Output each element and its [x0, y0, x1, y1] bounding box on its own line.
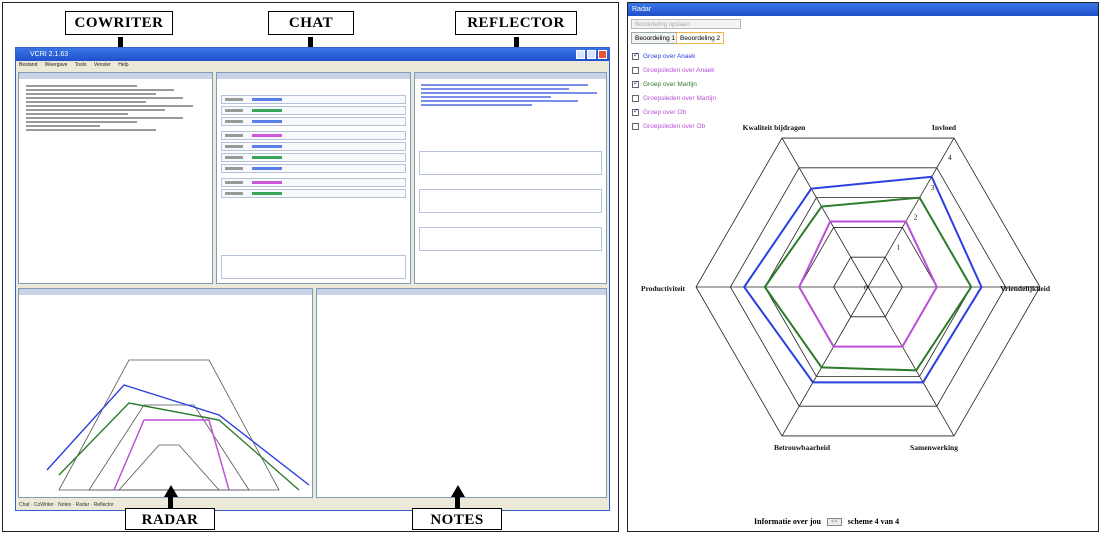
radar-axis-label: Vriendelijkheid: [1000, 284, 1051, 293]
radar-series-line: [798, 220, 938, 348]
menu-item[interactable]: Venster: [94, 62, 111, 68]
statusbar: Chat · CoWriter · Notes · Radar · Reflec…: [16, 501, 609, 510]
status-item[interactable]: CoWriter: [34, 502, 54, 508]
previous-button[interactable]: <<: [826, 517, 842, 526]
arrow-up-icon: [164, 485, 178, 497]
radar-axis-label: Betrouwbaarheid: [774, 443, 831, 452]
notes-pane[interactable]: [316, 288, 607, 498]
window-title: VCRI 2.1.63: [30, 51, 69, 58]
close-icon[interactable]: [598, 50, 607, 59]
checkbox[interactable]: [632, 79, 639, 88]
checkbox[interactable]: [632, 51, 639, 60]
radar-tick-label: 1: [896, 242, 900, 251]
legend-label: Groep over Anaek: [643, 52, 696, 60]
menubar: Bestand Weergave Tools Venster Help: [16, 61, 609, 70]
radar-axis-line: [781, 286, 869, 437]
legend-label: Groep over Martijn: [643, 80, 697, 88]
radar-tick-label: 4: [948, 153, 952, 162]
radar-series-line: [742, 175, 983, 384]
cowriter-pane[interactable]: [18, 72, 213, 284]
footer-label: Informatie over jou: [754, 517, 821, 526]
callout-reflector: REFLECTOR: [455, 11, 577, 35]
arrow-up-icon: [451, 485, 465, 497]
status-item[interactable]: Notes: [58, 502, 71, 508]
callout-notes: NOTES: [412, 508, 502, 530]
tab-assessment-1[interactable]: Beoordeling 1: [631, 32, 680, 44]
chat-input[interactable]: [221, 255, 406, 279]
radar-series: [742, 175, 983, 384]
menu-item[interactable]: Weergave: [45, 62, 68, 68]
arrow-shaft: [168, 495, 173, 509]
radar-window-title: Radar: [628, 3, 1098, 16]
pane-header: [217, 73, 410, 79]
menu-item[interactable]: Bestand: [19, 62, 37, 68]
legend-item[interactable]: Groepsleden over Anaek: [632, 63, 738, 77]
page-indicator: scheme 4 van 4: [847, 517, 900, 526]
reflector-pane[interactable]: [414, 72, 607, 284]
tab-assessment-2[interactable]: Beoordeling 2: [676, 32, 725, 44]
radar-tick-label: 0: [864, 283, 868, 292]
minimize-icon[interactable]: [576, 50, 585, 59]
radar-axis-label: Invloed: [932, 123, 957, 132]
reflector-answer-box[interactable]: [419, 189, 602, 213]
radar-series-line: [763, 196, 973, 372]
radar-footer: Informatie over jou << scheme 4 van 4: [754, 517, 899, 526]
checkbox[interactable]: [632, 66, 639, 74]
arrow-shaft: [455, 495, 460, 509]
radar-tick-label: 3: [931, 183, 935, 192]
pane-header: [317, 289, 606, 295]
reflector-answer-box[interactable]: [419, 227, 602, 251]
status-item[interactable]: Radar: [76, 502, 90, 508]
status-item[interactable]: Reflector: [94, 502, 114, 508]
radar-axis-line: [867, 137, 955, 288]
menu-item[interactable]: Tools: [75, 62, 87, 68]
vcri-window: VCRI 2.1.63 Bestand Weergave Tools Venst…: [15, 47, 610, 511]
menu-item[interactable]: Help: [118, 62, 128, 68]
save-assessment-button[interactable]: Beoordeling opslaan: [631, 19, 741, 29]
callout-chat: CHAT: [268, 11, 354, 35]
small-radar-svg: [46, 359, 310, 491]
radar-axis-label: Productiviteit: [641, 284, 686, 293]
radar-window: Radar Beoordeling opslaan Beoordeling 1 …: [627, 2, 1099, 532]
reflector-answer-box[interactable]: [419, 151, 602, 175]
radar-tick-label: 2: [914, 213, 918, 222]
radar-axis-label: Kwaliteit bijdragen: [743, 123, 807, 132]
legend-item[interactable]: Groep over Anaek: [632, 49, 738, 63]
status-item[interactable]: Chat: [19, 502, 30, 508]
radar-pane[interactable]: [18, 288, 313, 498]
legend-item[interactable]: Groep over Martijn: [632, 77, 738, 91]
maximize-icon[interactable]: [587, 50, 596, 59]
window-titlebar: VCRI 2.1.63: [16, 48, 609, 61]
radar-axis-line: [867, 286, 955, 437]
overview-screenshot: COWRITER CHAT REFLECTOR VCRI 2.1.63 Best…: [2, 2, 619, 532]
legend-label: Groepsleden over Anaek: [643, 66, 715, 74]
callout-radar: RADAR: [125, 508, 215, 530]
radar-axis-labels: Invloed Vriendelijkheid Samenwerking Betrou…: [641, 123, 1051, 452]
callout-cowriter: COWRITER: [65, 11, 173, 35]
chat-pane[interactable]: [216, 72, 411, 284]
radar-axis-label: Samenwerking: [910, 443, 958, 452]
radar-chart: Invloed Vriendelijkheid Samenwerking Betrou…: [641, 123, 1051, 452]
